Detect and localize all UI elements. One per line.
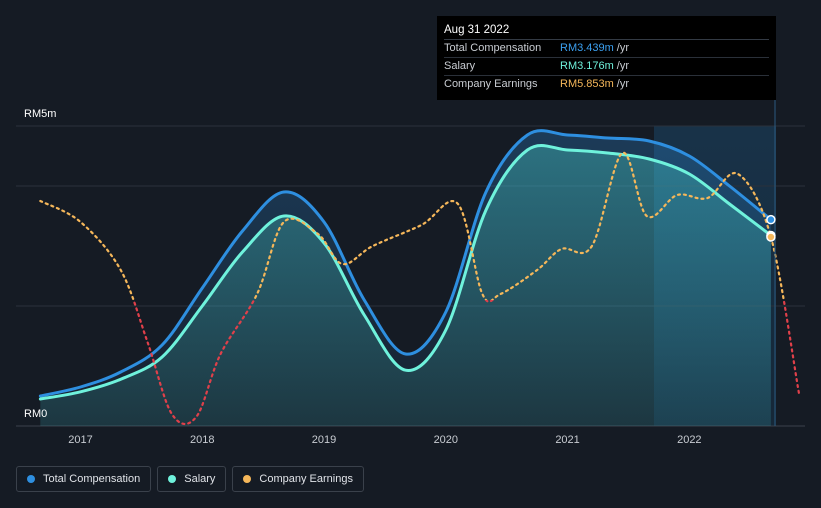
x-tick-label: 2017 [68,434,92,446]
tooltip-date: Aug 31 2022 [444,22,769,40]
tooltip-row-total: Total Compensation RM3.439m /yr [444,40,769,58]
tooltip-label: Total Compensation [444,42,542,54]
legend-dot-icon [168,475,177,483]
y-axis-top-label: RM5m [24,108,57,120]
series-area [40,145,771,427]
tooltip-unit: /yr [616,60,630,72]
x-tick-label: 2021 [555,434,579,446]
legend-item-salary[interactable]: Salary [157,466,227,492]
tooltip-row-earnings: Company Earnings RM5.853m /yr [444,76,769,93]
x-tick-label: 2018 [190,434,214,446]
y-axis-bottom-label: RM0 [24,408,48,420]
x-tick-label: 2022 [677,434,701,446]
tooltip-unit: /yr [616,42,630,54]
legend-item-total-compensation[interactable]: Total Compensation [16,466,152,492]
highlight-marker [766,214,776,225]
tooltip-value: RM3.439m [560,42,614,54]
legend-label: Salary [184,473,216,485]
tooltip: Aug 31 2022 Total Compensation RM3.439m … [437,16,776,100]
legend-label: Total Compensation [43,473,141,485]
tooltip-unit: /yr [616,78,630,90]
series-areas [40,130,771,427]
highlight-marker [766,232,776,242]
legend-item-company-earnings[interactable]: Company Earnings [232,466,364,492]
x-tick-label: 2020 [434,434,458,446]
tooltip-value: RM5.853m [560,78,614,90]
legend-dot-icon [27,475,35,483]
tooltip-value: RM3.176m [560,60,614,72]
legend: Total Compensation Salary Company Earnin… [16,466,364,492]
x-tick-label: 2019 [312,434,336,446]
legend-label: Company Earnings [259,473,353,485]
tooltip-label: Salary [444,60,476,72]
x-axis-ticks: 2017 2018 2019 2020 2021 2022 [68,434,701,446]
legend-dot-icon [243,475,252,483]
tooltip-label: Company Earnings [444,78,538,90]
tooltip-row-salary: Salary RM3.176m /yr [444,58,769,76]
